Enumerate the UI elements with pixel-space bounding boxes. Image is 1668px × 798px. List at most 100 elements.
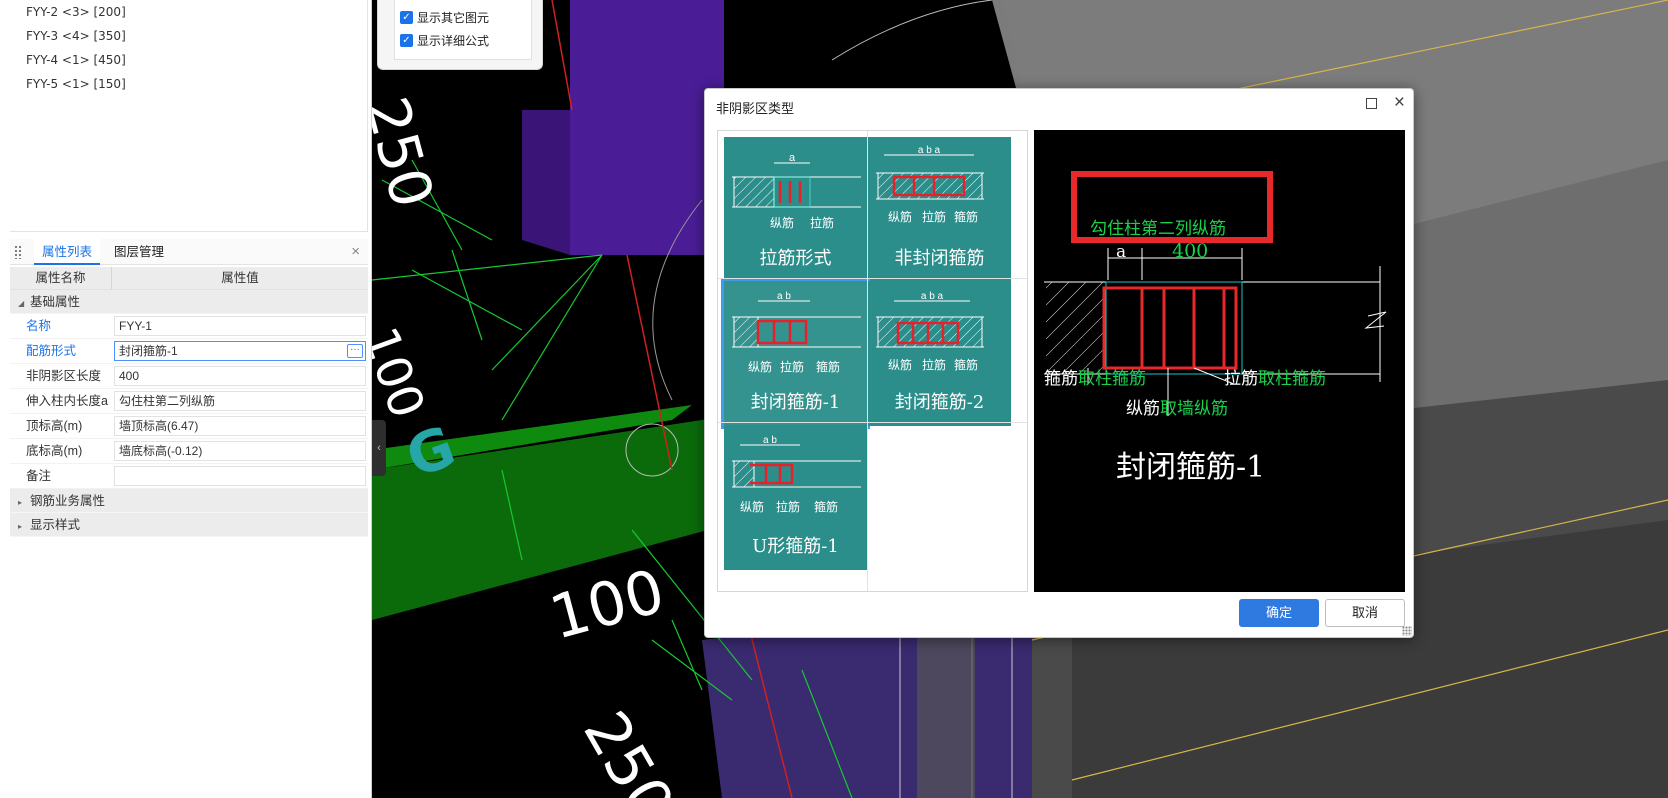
- note-value: 取柱箍筋: [1078, 369, 1146, 389]
- list-item[interactable]: FYY-5 <1> [150]: [10, 72, 367, 96]
- checkbox-label: 显示详细公式: [417, 33, 490, 48]
- tile-diagram: a b 纵筋 拉筋 箍筋: [732, 291, 861, 374]
- maximize-icon[interactable]: [1366, 98, 1377, 109]
- prop-name: 备注: [26, 469, 52, 483]
- property-table: 属性名称 属性值 ◢ 基础属性 名称 FYY-1 配筋形式 封闭箍筋-1 ··· 非…: [10, 267, 368, 537]
- tile-u-hoop-1[interactable]: a b 纵筋 拉筋 箍筋 U形箍筋-1: [724, 425, 867, 570]
- preview-tie-note: 拉筋取柱箍筋: [1224, 364, 1326, 389]
- type-grid: a 纵筋 拉筋 拉筋形式 a b a 纵筋 拉筋 箍筋 非封闭箍筋 a b 纵筋…: [717, 130, 1028, 592]
- svg-text:a b a: a b a: [921, 291, 944, 302]
- collapse-panel-handle[interactable]: ‹: [372, 420, 386, 476]
- prop-value-field[interactable]: FYY-1: [114, 316, 366, 336]
- svg-text:拉筋: 拉筋: [780, 359, 804, 374]
- group-label: 基础属性: [30, 295, 81, 309]
- prop-name: 底标高(m): [26, 444, 83, 458]
- tile-tie-bar[interactable]: a 纵筋 拉筋 拉筋形式: [724, 137, 867, 282]
- tile-label: 非封闭箍筋: [894, 248, 985, 269]
- expand-icon[interactable]: ▸: [18, 491, 30, 515]
- svg-text:纵筋: 纵筋: [888, 357, 912, 372]
- drag-handle-icon[interactable]: [14, 245, 22, 259]
- column-header-value: 属性值: [221, 271, 259, 285]
- tile-diagram: a b a 纵筋 拉筋 箍筋: [876, 291, 984, 372]
- checkbox-show-formula[interactable]: ✓ 显示详细公式: [400, 31, 489, 49]
- note-label: 纵筋: [770, 215, 794, 230]
- prop-name: 顶标高(m): [26, 419, 83, 433]
- note-key: 纵筋: [1126, 399, 1160, 419]
- svg-text:拉筋: 拉筋: [776, 499, 800, 514]
- svg-text:箍筋: 箍筋: [954, 209, 978, 224]
- prop-value-field[interactable]: 墙底标高(-0.12): [114, 441, 366, 461]
- resize-grip-icon[interactable]: [1402, 626, 1412, 636]
- prop-name: 配筋形式: [26, 344, 77, 358]
- preview-diagram: [1044, 171, 1387, 416]
- svg-text:拉筋: 拉筋: [922, 357, 946, 372]
- list-item[interactable]: FYY-4 <1> [450]: [10, 48, 367, 72]
- group-rebar[interactable]: ▸ 钢筋业务属性: [10, 489, 368, 513]
- svg-text:a b: a b: [777, 291, 791, 302]
- column-header-name: 属性名称: [10, 267, 112, 289]
- column-shape: [570, 0, 724, 255]
- prop-name: 名称: [26, 319, 52, 333]
- checkbox-label: 显示其它图元: [417, 10, 490, 25]
- dim-label: a b a: [918, 145, 941, 156]
- left-panel: FYY-2 <3> [200] FYY-3 <4> [350] FYY-4 <1…: [0, 0, 372, 798]
- more-options-button[interactable]: ···: [347, 344, 363, 358]
- svg-text:纵筋: 纵筋: [748, 359, 772, 374]
- table-row: 非阴影区长度 400: [10, 364, 368, 389]
- prop-value-field[interactable]: 400: [114, 366, 366, 386]
- svg-text:箍筋: 箍筋: [814, 499, 838, 514]
- tile-closed-hoop-1[interactable]: a b 纵筋 拉筋 箍筋 封闭箍筋-1: [721, 278, 870, 429]
- prop-value-field[interactable]: 墙顶标高(6.47): [114, 416, 366, 436]
- tile-closed-hoop-2[interactable]: a b a 纵筋 拉筋 箍筋 封闭箍筋-2: [868, 281, 1011, 426]
- collapse-icon[interactable]: ◢: [18, 292, 30, 316]
- group-label: 显示样式: [30, 518, 81, 532]
- prop-value-field[interactable]: [114, 466, 366, 486]
- note-value: 取柱箍筋: [1258, 369, 1326, 389]
- table-row: 备注: [10, 464, 368, 489]
- cancel-button[interactable]: 取消: [1325, 599, 1405, 627]
- dim-label: a: [789, 152, 796, 164]
- display-options-panel: ✓ 显示其它图元 ✓ 显示详细公式: [377, 0, 543, 70]
- note-value: 取墙纵筋: [1160, 399, 1228, 419]
- table-row: 伸入柱内长度a 勾住柱第二列纵筋: [10, 389, 368, 414]
- checkbox-checked-icon[interactable]: ✓: [400, 33, 413, 47]
- checkbox-show-other[interactable]: ✓ 显示其它图元: [400, 8, 489, 26]
- prop-value-field[interactable]: 勾住柱第二列纵筋: [114, 391, 366, 411]
- group-label: 钢筋业务属性: [30, 494, 106, 508]
- close-icon[interactable]: ×: [1394, 92, 1405, 114]
- svg-text:纵筋: 纵筋: [740, 499, 764, 514]
- dialog-title: 非阴影区类型: [716, 101, 795, 116]
- list-item[interactable]: FYY-2 <3> [200]: [10, 0, 367, 24]
- group-display[interactable]: ▸ 显示样式: [10, 513, 368, 537]
- tile-label: 拉筋形式: [759, 248, 832, 269]
- checkbox-checked-icon[interactable]: ✓: [400, 10, 413, 24]
- svg-text:a b: a b: [763, 435, 777, 446]
- tile-diagram: a b 纵筋 拉筋 箍筋: [732, 435, 861, 514]
- tile-label: 封闭箍筋-2: [894, 392, 985, 413]
- preview-dim-400: 400: [1172, 240, 1209, 262]
- group-basic[interactable]: ◢ 基础属性: [10, 290, 368, 314]
- table-row: 顶标高(m) 墙顶标高(6.47): [10, 414, 368, 439]
- prop-name: 非阴影区长度: [26, 369, 102, 383]
- tab-layers[interactable]: 图层管理: [106, 239, 172, 265]
- preview-box-text: 勾住柱第二列纵筋: [1090, 219, 1226, 239]
- note-label: 拉筋: [810, 215, 834, 230]
- tile-label: U形箍筋-1: [752, 536, 839, 557]
- ok-button[interactable]: 确定: [1239, 599, 1319, 627]
- svg-text:拉筋: 拉筋: [922, 209, 946, 224]
- tile-diagram: a 纵筋 拉筋: [732, 152, 861, 230]
- tab-properties[interactable]: 属性列表: [34, 239, 101, 265]
- preview-long-note: 纵筋取墙纵筋: [1126, 394, 1228, 419]
- expand-icon[interactable]: ▸: [18, 515, 30, 539]
- tile-open-hoop[interactable]: a b a 纵筋 拉筋 箍筋 非封闭箍筋: [868, 137, 1011, 282]
- list-item[interactable]: FYY-3 <4> [350]: [10, 24, 367, 48]
- tile-diagram: a b a 纵筋 拉筋 箍筋: [876, 145, 984, 224]
- component-list: FYY-2 <3> [200] FYY-3 <4> [350] FYY-4 <1…: [10, 0, 368, 232]
- note-key: 拉筋: [1224, 369, 1258, 389]
- preview-title: 封闭箍筋-1: [1116, 450, 1266, 485]
- close-icon[interactable]: ×: [351, 243, 360, 260]
- table-row: 名称 FYY-1: [10, 314, 368, 339]
- prop-name: 伸入柱内长度a: [26, 394, 108, 408]
- prop-value-field[interactable]: 封闭箍筋-1 ···: [114, 341, 366, 361]
- svg-text:箍筋: 箍筋: [816, 359, 840, 374]
